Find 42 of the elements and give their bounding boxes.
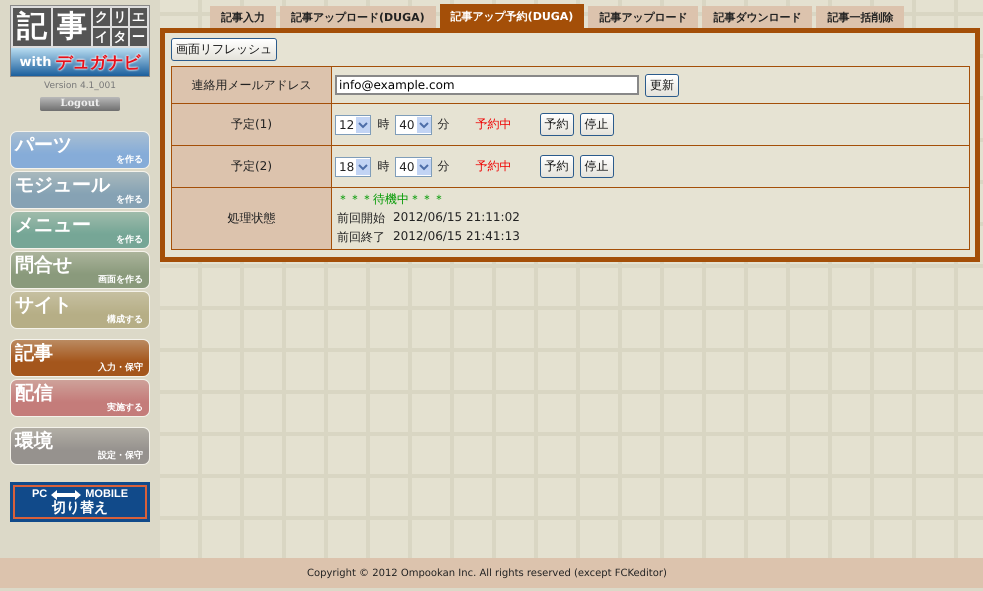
minute-unit: 分 <box>438 116 450 133</box>
reserve-button[interactable]: 予約 <box>540 155 574 178</box>
stop-button[interactable]: 停止 <box>580 113 614 136</box>
dropdown-select[interactable]: 40 <box>395 114 432 134</box>
field-label: 予定(1) <box>231 116 272 133</box>
hour-unit: 時 <box>377 158 390 175</box>
dropdown-select[interactable]: 12 <box>335 114 372 134</box>
copyright-text: Copyright © 2012 Ompookan Inc. All rights reserved (except FCKeditor) <box>307 568 667 578</box>
timestamp-value: 2012/06/15 21:11:02 <box>393 210 520 226</box>
reserve-button[interactable]: 予約 <box>540 113 574 136</box>
tab[interactable]: 記事アップ予約(DUGA) <box>440 4 584 28</box>
hour-unit: 時 <box>377 116 390 133</box>
reservation-status: 予約中 <box>476 158 513 175</box>
stop-button[interactable]: 停止 <box>580 155 614 178</box>
tab[interactable]: 記事ダウンロード <box>702 6 812 28</box>
dropdown-select[interactable]: 18 <box>335 156 372 176</box>
logo: 記 事 ク リ エ イ タ ー with デュガナビ <box>10 5 150 77</box>
email-field[interactable]: info@example.com <box>335 75 639 95</box>
caret-icon <box>356 158 370 174</box>
pc-mobile-switch-button[interactable]: PC MOBILE 切り替え <box>10 482 150 522</box>
status-text: ＊＊＊待機中＊＊＊ <box>337 191 446 208</box>
double-arrow-icon <box>51 490 82 500</box>
field-label: 予定(2) <box>231 158 272 175</box>
timestamp-label: 前回終了 <box>337 229 385 246</box>
tab[interactable]: 記事一括削除 <box>816 6 904 28</box>
nav-button[interactable]: 記事 入力・保守 <box>10 339 150 377</box>
version-label: Version 4.1_001 <box>44 81 116 91</box>
caret-icon <box>416 158 431 174</box>
refresh-button[interactable]: 画面リフレッシュ <box>171 38 277 61</box>
tab[interactable]: 記事入力 <box>210 6 276 28</box>
tab[interactable]: 記事アップロード(DUGA) <box>280 6 436 28</box>
update-button[interactable]: 更新 <box>645 74 679 96</box>
timestamp-value: 2012/06/15 21:41:13 <box>393 229 520 245</box>
minute-unit: 分 <box>438 158 450 175</box>
field-label: 処理状態 <box>228 210 276 227</box>
reservation-status: 予約中 <box>476 116 513 133</box>
field-label: 連絡用メールアドレス <box>192 76 312 94</box>
tab[interactable]: 記事アップロード <box>588 6 698 28</box>
caret-icon <box>356 116 370 132</box>
timestamp-label: 前回開始 <box>337 210 385 227</box>
caret-icon <box>416 116 431 132</box>
dropdown-select[interactable]: 40 <box>395 156 432 176</box>
